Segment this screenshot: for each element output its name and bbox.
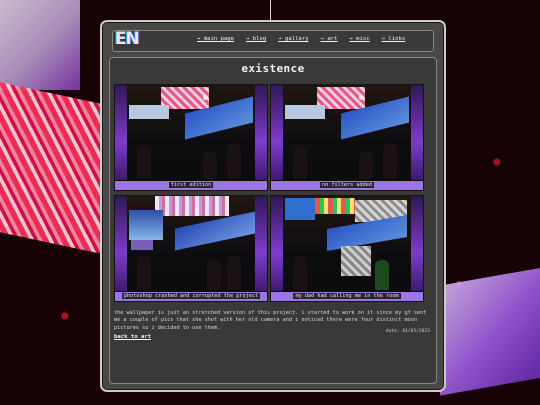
wallpaper-white-shape xyxy=(0,0,80,90)
content-panel: existence first edition no filters added… xyxy=(109,57,437,384)
gallery-image-dad-calling[interactable]: my dad had calling me in the room xyxy=(270,195,424,302)
image-side-panel xyxy=(115,196,127,291)
image-side-panel xyxy=(411,85,423,180)
nav-blog[interactable]: → blog xyxy=(246,36,266,42)
project-description: the wallpaper is just an stretched versi… xyxy=(114,310,427,331)
image-side-panel xyxy=(271,85,283,180)
site-window: EN → main page → blog → gallery → art → … xyxy=(100,20,446,392)
nav-misc[interactable]: → misc xyxy=(349,36,369,42)
image-caption: first edition xyxy=(115,181,267,190)
gallery-image-no-filters[interactable]: no filters added xyxy=(270,84,424,191)
nav-links[interactable]: → links xyxy=(382,36,406,42)
post-date: date: 01/03/2023 xyxy=(385,329,430,334)
image-side-panel xyxy=(115,85,127,180)
gallery-grid: first edition no filters added photoshop… xyxy=(114,84,424,302)
gallery-image-first-edition[interactable]: first edition xyxy=(114,84,268,191)
image-side-panel xyxy=(411,196,423,291)
main-nav: → main page → blog → gallery → art → mis… xyxy=(197,36,405,42)
gallery-image-photoshop-crashed[interactable]: photoshop crashed and corrupted the proj… xyxy=(114,195,268,302)
image-caption: photoshop crashed and corrupted the proj… xyxy=(115,292,267,301)
image-side-panel xyxy=(255,85,267,180)
header-bar: EN → main page → blog → gallery → art → … xyxy=(112,29,434,52)
page-title: existence xyxy=(241,62,305,75)
nav-main-page[interactable]: → main page xyxy=(197,36,234,42)
image-side-panel xyxy=(271,196,283,291)
nav-art[interactable]: → art xyxy=(321,36,338,42)
image-caption: no filters added xyxy=(271,181,423,190)
nav-gallery[interactable]: → gallery xyxy=(278,36,308,42)
wallpaper-purple-shape xyxy=(440,264,540,396)
image-side-panel xyxy=(255,196,267,291)
image-caption: my dad had calling me in the room xyxy=(271,292,423,301)
back-to-art-link[interactable]: back to art xyxy=(114,334,151,340)
site-logo[interactable]: EN xyxy=(115,29,149,51)
